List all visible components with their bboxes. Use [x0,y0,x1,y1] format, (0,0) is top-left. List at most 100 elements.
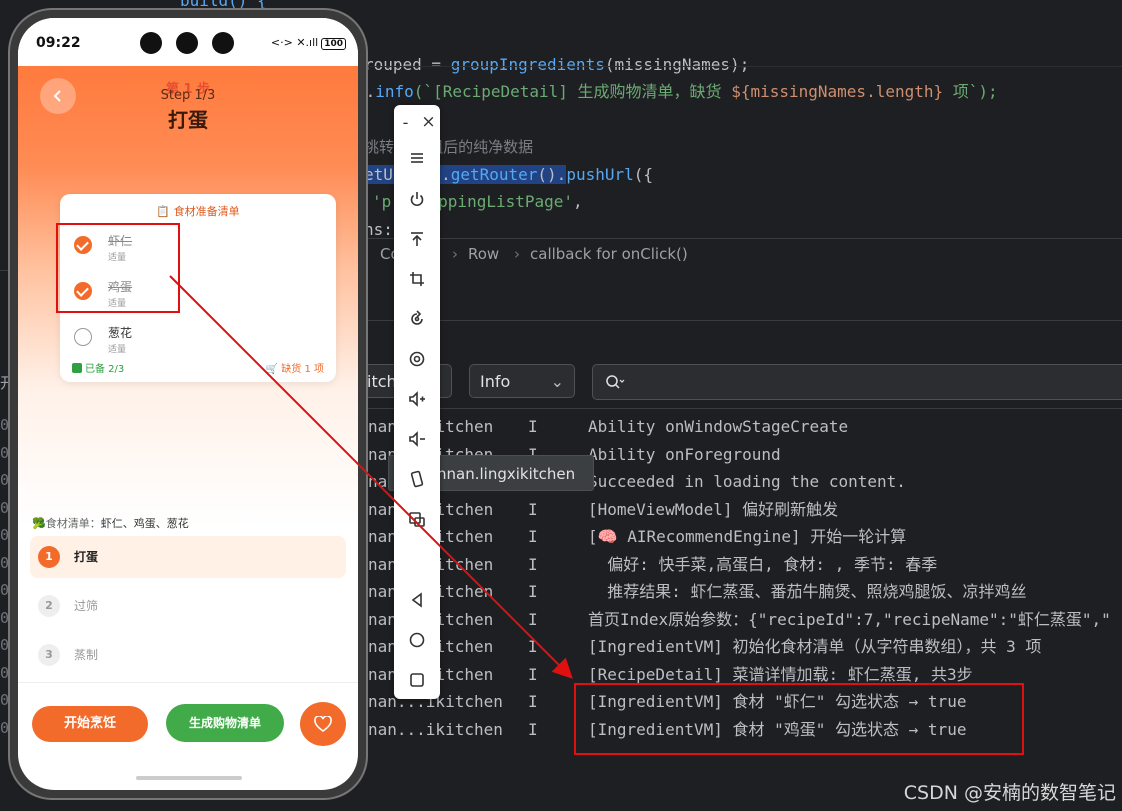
code-text: (missingNames); [604,55,750,74]
step-name: 打蛋 [74,550,99,564]
ingredient-item[interactable]: 葱花 适量 [74,320,314,360]
step-name: 蒸制 [74,648,99,662]
volume-up-icon[interactable] [394,382,440,416]
heart-icon [314,716,332,732]
code-text: (). [537,165,567,184]
step-name: 过筛 [74,599,99,613]
fold-icon[interactable] [394,462,440,496]
gutter-marker: 0 [0,663,10,682]
back-icon[interactable] [394,583,440,617]
crop-icon[interactable] [394,262,440,296]
step-item[interactable]: 3 蒸制 [30,634,346,676]
divider [18,682,358,683]
breadcrumb-item[interactable]: callback for onClick() [530,245,688,263]
summary-label: 食材清单： [45,517,101,530]
log-level: I [528,692,538,711]
log-message: [IngredientVM] 初始化食材清单（从字符串数组），共 3 项 [588,637,1042,656]
log-search-input[interactable] [592,364,1122,400]
step-progress: Step 1/3 [160,88,216,103]
check-square-icon [72,363,82,373]
step-title: 打蛋 [168,108,208,132]
ingredient-name: 葱花 [108,326,133,340]
log-row: nan...kitchenI 推荐结果: 虾仁蒸蛋、番茄牛腩煲、照烧鸡腿饭、凉拌… [360,578,1122,605]
log-message: 偏好: 快手菜,高蛋白, 食材: , 季节: 春季 [588,554,938,574]
status-icons: <·> ✕.ıll 100 [271,36,346,50]
gutter-marker: 0 [0,608,10,627]
log-message: 推荐结果: 虾仁蒸蛋、番茄牛腩煲、照烧鸡腿饭、凉拌鸡丝 [588,582,1027,601]
code-text: groupIngredients [450,55,605,74]
separator [366,272,367,316]
multi-window-icon[interactable] [394,502,440,536]
editor-divider [360,66,1122,67]
separator [0,270,8,271]
volume-down-icon[interactable] [394,422,440,456]
highlight-box [574,683,1024,755]
gutter-marker: 0 [0,498,10,517]
code-text: info [375,82,414,101]
ingredient-qty: 适量 [108,345,127,355]
step-number: 3 [38,644,60,666]
phone-frame: 09:22 <·> ✕.ıll 100 第 1 步 Step 1/3 打蛋 📋 食… [10,10,366,798]
highlight-box [56,223,180,313]
log-level-value: Info [480,372,511,391]
search-icon [606,375,625,389]
code-text: , [573,192,583,211]
code-text: getRouter [450,165,538,184]
log-level: I [528,554,538,574]
camera-icon [212,32,234,54]
code-text: pushUrl [566,165,634,184]
log-message: 首页Index原始参数：{"recipeId":7,"recipeName":"… [588,609,1111,629]
close-button[interactable]: × [417,105,440,139]
card-title: 📋 食材准备清单 [156,205,240,218]
home-icon[interactable] [394,623,440,657]
broccoli-icon: 🥦 [32,517,46,530]
unchecked-icon[interactable] [74,328,92,346]
recents-icon[interactable] [394,663,440,697]
code-text: (`[RecipeDetail] 生成购物清单，缺货 [413,82,732,101]
log-level: I [528,609,538,629]
log-level: I [528,637,538,656]
code-text: 'p [372,192,392,211]
log-level: I [528,527,538,546]
code-text: ns: [364,220,393,239]
pin-top-icon[interactable] [394,222,440,256]
ingredient-summary: 🥦食材清单：虾仁、鸡蛋、葱花 [32,515,189,531]
log-level: I [528,719,538,739]
code-text: 项`); [943,82,998,101]
step-item[interactable]: 2 过筛 [30,585,346,627]
start-cooking-button[interactable]: 开始烹饪 [32,706,148,742]
power-icon[interactable] [394,182,440,216]
log-level: I [528,417,538,436]
process-filter-text: itch [367,372,397,391]
log-level: I [528,499,538,519]
gutter-marker: 0 [0,526,10,544]
generate-shopping-list-button[interactable]: 生成购物清单 [166,704,284,742]
home-indicator [136,776,242,780]
log-message: [HomeViewModel] 偏好刷新触发 [588,499,839,519]
screenshot-icon[interactable] [394,342,440,376]
gutter-marker: 0 [0,581,10,599]
log-message: Ability onWindowStageCreate [588,417,849,436]
log-row: nan...kitchenI[IngredientVM] 初始化食材清单（从字符… [360,633,1122,660]
missing-count: 🛒 缺货 1 项 [265,364,324,375]
log-message: Succeeded in loading the content. [588,472,906,491]
menu-icon[interactable] [394,141,440,175]
log-row: nan...kitchenIAbility onWindowStageCreat… [360,413,1122,440]
log-row: nan...kitchenI 偏好: 快手菜,高蛋白, 食材: , 季节: 春季 [360,551,1122,578]
gutter-marker: 0 [0,718,10,737]
favorite-button[interactable] [300,702,346,746]
code-line: e.info(`[RecipeDetail] 生成购物清单，缺货 ${missi… [356,79,998,105]
log-tool-strip [360,268,1122,321]
rotate-icon[interactable] [394,302,440,336]
log-row: nan...kitchenI[🧠 AIRecommendEngine] 开始一轮… [360,523,1122,550]
status-time: 09:22 [36,35,81,51]
breadcrumb-item[interactable]: Row [468,245,499,263]
minimize-button[interactable]: - [394,105,417,139]
gutter-marker: 0 [0,553,10,572]
ready-count: 已备 2/3 [72,360,124,375]
tooltip-text: nnan.lingxikitchen [437,465,576,483]
code-line: rouped = groupIngredients(missingNames); [364,52,749,78]
log-level-select[interactable]: Info ⌄ [469,364,575,398]
step-item[interactable]: 1 打蛋 [30,536,346,578]
battery-icon: 100 [321,38,346,50]
